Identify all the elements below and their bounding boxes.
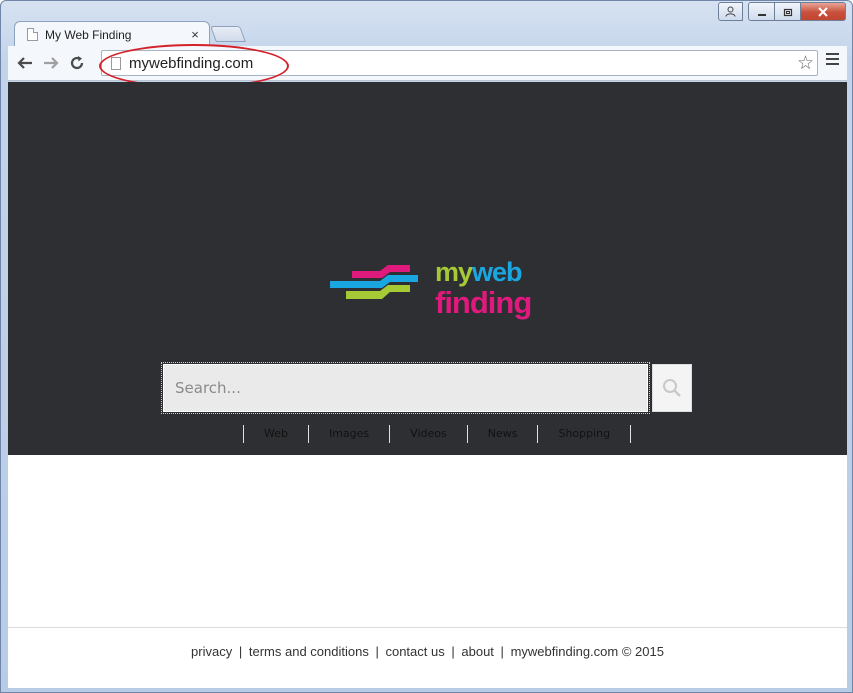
forward-button[interactable]: [38, 50, 64, 76]
address-bar[interactable]: mywebfinding.com ☆: [101, 50, 818, 76]
minimize-button[interactable]: [748, 2, 775, 21]
user-icon: [725, 6, 736, 17]
page-viewport: myweb finding Web Images Videos News Sho…: [8, 82, 847, 688]
search-input[interactable]: [175, 379, 647, 397]
restore-icon: [783, 8, 792, 16]
page-footer: privacy | terms and conditions | contact…: [8, 627, 847, 688]
logo-web: web: [472, 257, 523, 287]
maximize-button[interactable]: [774, 2, 801, 21]
browser-toolbar: mywebfinding.com ☆: [8, 46, 847, 81]
search-icon: [663, 379, 681, 397]
user-profile-button[interactable]: [718, 2, 743, 21]
page-icon: [111, 56, 121, 70]
footer-separator: |: [451, 644, 455, 659]
search-tab-web[interactable]: Web: [243, 425, 308, 443]
back-arrow-icon: [17, 57, 32, 69]
menu-bar-icon: [826, 53, 839, 55]
minimize-icon: [757, 13, 766, 16]
footer-separator: |: [238, 644, 243, 659]
search-type-tabs: Web Images Videos News Shopping: [243, 425, 632, 443]
footer-link-terms[interactable]: terms and conditions: [249, 644, 369, 659]
logo-wordmark-top: myweb: [435, 257, 523, 288]
close-icon: [818, 6, 828, 17]
menu-bar-icon: [826, 63, 839, 65]
reload-button[interactable]: [64, 50, 90, 76]
tab-close-icon[interactable]: ×: [189, 28, 201, 41]
footer-link-contact[interactable]: contact us: [385, 644, 444, 659]
search-tab-images[interactable]: Images: [307, 425, 389, 443]
search-box[interactable]: [161, 362, 650, 414]
back-button[interactable]: [12, 50, 38, 76]
page-icon: [27, 28, 38, 41]
search-tab-shopping[interactable]: Shopping: [537, 425, 632, 443]
tab-title: My Web Finding: [45, 27, 132, 42]
url-text[interactable]: mywebfinding.com: [129, 55, 253, 72]
window-controls: [718, 2, 846, 21]
menu-bar-icon: [826, 58, 839, 60]
reload-icon: [70, 56, 84, 70]
tab-strip: My Web Finding ×: [1, 1, 852, 47]
search-tab-news[interactable]: News: [466, 425, 538, 443]
bookmark-star-icon[interactable]: ☆: [797, 52, 814, 75]
footer-link-about[interactable]: about: [461, 644, 494, 659]
logo-my: my: [435, 257, 473, 287]
footer-copyright: mywebfinding.com © 2015: [510, 644, 664, 659]
footer-separator: |: [500, 644, 504, 659]
logo-stripes-icon: [330, 265, 418, 299]
search-tab-videos[interactable]: Videos: [389, 425, 467, 443]
tab-my-web-finding[interactable]: My Web Finding ×: [14, 21, 210, 47]
close-window-button[interactable]: [800, 2, 846, 21]
search-button[interactable]: [652, 364, 692, 412]
footer-separator: |: [375, 644, 379, 659]
browser-window: My Web Finding × mywebfinding.com ☆ mywe…: [0, 0, 853, 693]
mywebfinding-logo: myweb finding: [330, 257, 532, 328]
new-tab-button[interactable]: [210, 26, 246, 42]
forward-arrow-icon: [44, 57, 59, 69]
logo-wordmark-bottom: finding: [435, 285, 532, 320]
footer-link-privacy[interactable]: privacy: [191, 644, 232, 659]
hero-section: myweb finding Web Images Videos News Sho…: [8, 82, 847, 455]
chrome-menu-button[interactable]: [826, 53, 839, 68]
